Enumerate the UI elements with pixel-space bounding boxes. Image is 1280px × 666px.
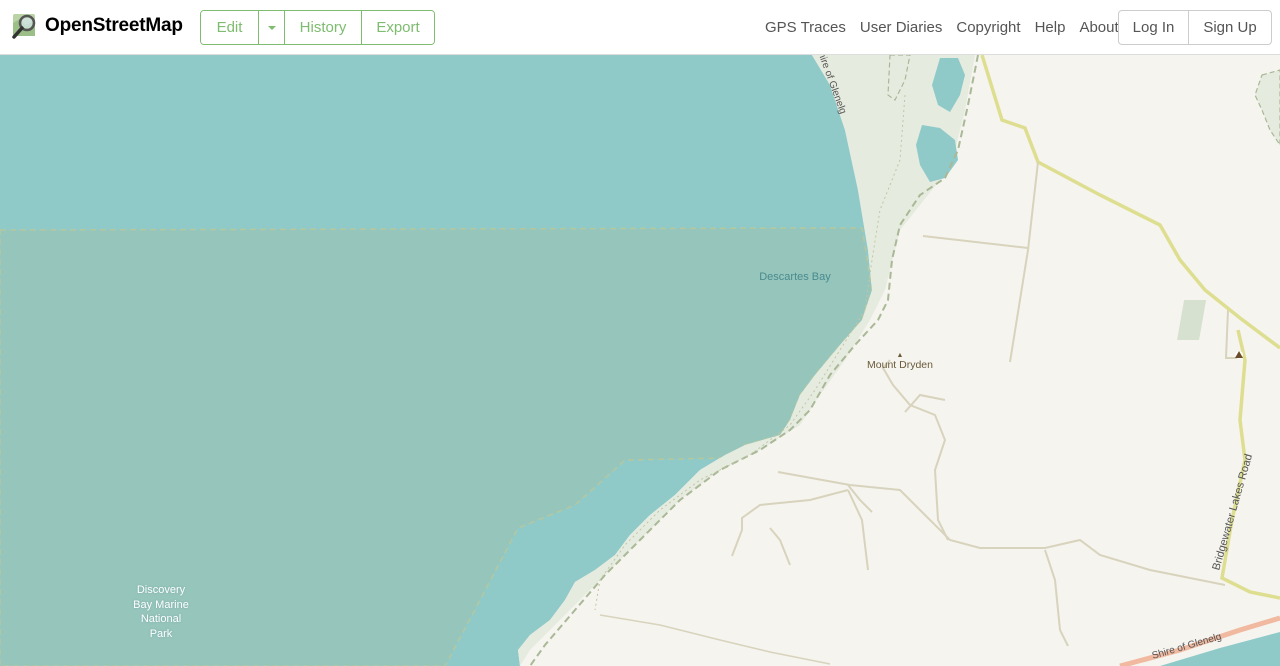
map-canvas[interactable] — [0, 55, 1280, 666]
nav-gps-traces[interactable]: GPS Traces — [765, 19, 846, 36]
bay-label: Descartes Bay — [759, 271, 831, 283]
park-label-line: Discovery — [136, 584, 186, 596]
caret-down-icon — [267, 25, 276, 30]
history-button[interactable]: History — [285, 11, 362, 44]
login-button[interactable]: Log In — [1119, 11, 1189, 44]
nav-about[interactable]: About — [1079, 19, 1118, 36]
secondary-nav: GPS Traces User Diaries Copyright Help A… — [751, 0, 1119, 55]
auth-button-group: Log In Sign Up — [1118, 10, 1272, 45]
park-label: Discovery Bay Marine National Park — [121, 583, 201, 641]
site-header: OpenStreetMap Edit History Export GPS Tr… — [0, 0, 1280, 55]
export-button[interactable]: Export — [362, 11, 434, 44]
edit-dropdown-button[interactable] — [259, 11, 285, 44]
logo-text: OpenStreetMap — [45, 15, 183, 36]
nav-copyright[interactable]: Copyright — [956, 19, 1020, 36]
peak-label: Mount Dryden — [867, 359, 933, 371]
park-label-line: Park — [149, 627, 173, 640]
park-label-line: National — [140, 613, 182, 625]
signup-button[interactable]: Sign Up — [1189, 11, 1271, 44]
nav-user-diaries[interactable]: User Diaries — [860, 19, 943, 36]
edit-button-group: Edit History Export — [200, 10, 435, 45]
park-label-line: Bay Marine — [133, 598, 189, 611]
magnifier-logo-icon — [12, 14, 36, 39]
nav-help[interactable]: Help — [1035, 19, 1066, 36]
site-logo[interactable]: OpenStreetMap — [10, 11, 183, 41]
edit-button[interactable]: Edit — [201, 11, 259, 44]
map-view[interactable]: Descartes Bay Discovery Bay Marine Natio… — [0, 55, 1280, 666]
